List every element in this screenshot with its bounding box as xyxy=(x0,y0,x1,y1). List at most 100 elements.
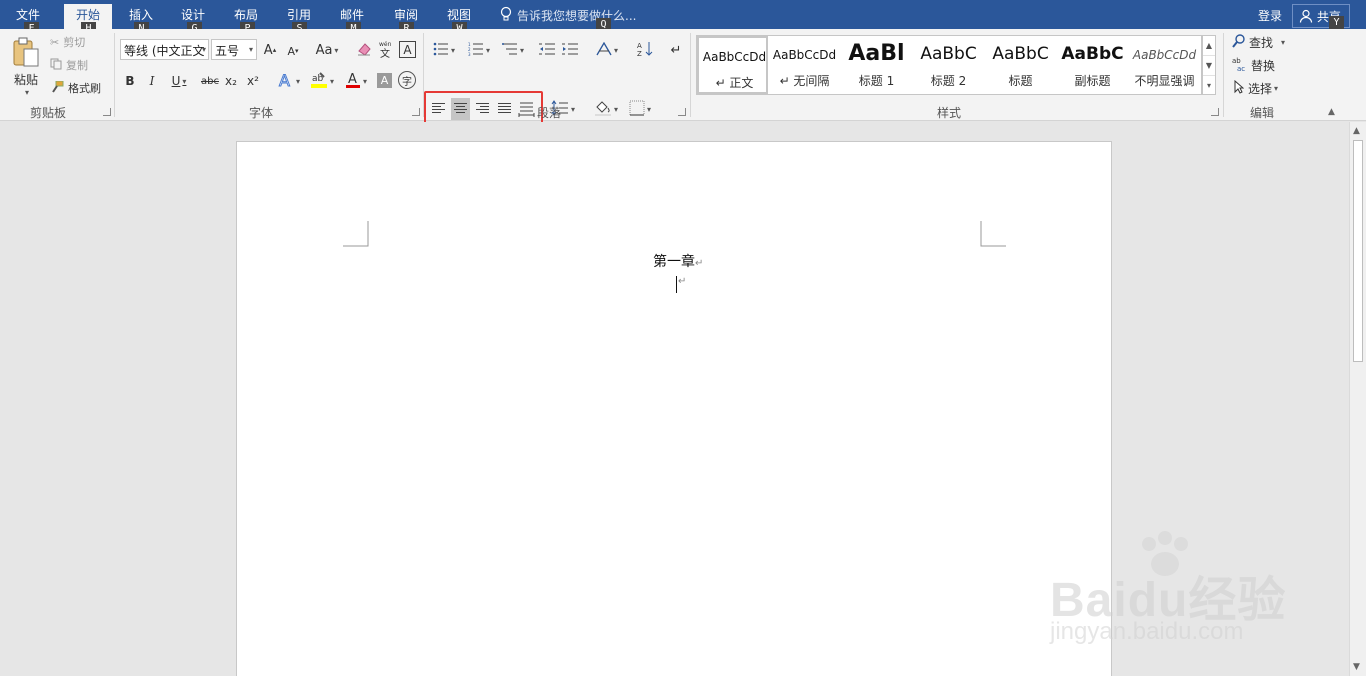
enclose-characters-icon: 字 xyxy=(402,76,412,88)
multilevel-list-button[interactable]: ▾ xyxy=(498,40,528,60)
style-heading-1[interactable]: AaBl 标题 1 xyxy=(841,36,912,94)
keytip-share: Y xyxy=(1329,16,1344,30)
gallery-scroll-down-icon[interactable]: ▼ xyxy=(1203,56,1215,76)
tab-layout[interactable]: 布局 xyxy=(234,7,258,23)
borders-button[interactable]: ▾ xyxy=(625,98,655,120)
shrink-font-button[interactable]: A ▾ xyxy=(285,42,301,60)
chinese-layout-icon xyxy=(596,41,612,59)
replace-label: 替换 xyxy=(1251,58,1276,73)
vertical-scrollbar[interactable]: ▲ ▼ xyxy=(1349,122,1366,676)
clear-formatting-button[interactable] xyxy=(355,40,373,60)
shading-button[interactable]: ▾ xyxy=(590,98,622,120)
login-link[interactable]: 登录 xyxy=(1258,7,1282,24)
tab-references[interactable]: 引用 xyxy=(287,7,311,23)
character-shading-button[interactable]: A xyxy=(377,73,392,88)
tab-view[interactable]: 视图 xyxy=(447,7,471,23)
scrollbar-thumb[interactable] xyxy=(1353,140,1363,362)
replace-button[interactable]: ab ac 替换 xyxy=(1232,56,1275,74)
paste-button[interactable]: 粘贴 ▾ xyxy=(8,35,44,97)
style-subtitle[interactable]: AaBbC 副标题 xyxy=(1057,36,1128,94)
font-family-dropdown-icon[interactable]: ▾ xyxy=(202,45,206,54)
font-group-label: 字体 xyxy=(249,106,274,120)
paragraph-group-label: 段落 xyxy=(537,106,562,120)
borders-icon xyxy=(629,100,645,119)
document-page[interactable]: 第一章↵ ↵ xyxy=(236,141,1112,676)
style-no-spacing[interactable]: AaBbCcDd ↵ 无间隔 xyxy=(769,36,840,94)
text-cursor xyxy=(676,276,677,293)
select-label: 选择 xyxy=(1248,81,1273,96)
bullets-button[interactable]: ▾ xyxy=(429,40,459,60)
underline-button[interactable]: U ▾ xyxy=(166,71,192,91)
style-title[interactable]: AaBbC 标题 xyxy=(985,36,1056,94)
paragraph-mark-icon: ↵ xyxy=(670,42,682,58)
baidu-watermark: Baidu经验 jingyan.baidu.com xyxy=(1040,530,1300,650)
scissors-icon: ✂ xyxy=(50,35,60,49)
find-button[interactable]: 查找 ▾ xyxy=(1232,33,1285,51)
italic-button[interactable]: I xyxy=(144,71,160,91)
increase-indent-icon xyxy=(562,42,578,59)
styles-gallery-scroll: ▲ ▼ ▾ xyxy=(1202,35,1216,95)
sort-button[interactable]: AZ xyxy=(635,40,655,60)
font-launcher-icon[interactable] xyxy=(412,108,420,116)
style-normal[interactable]: AaBbCcDd ↵ 正文 xyxy=(697,36,768,94)
bullets-icon xyxy=(433,42,449,59)
tab-file[interactable]: 文件 xyxy=(16,7,40,23)
numbering-button[interactable]: 1 2 3 ▾ xyxy=(464,40,494,60)
gallery-scroll-up-icon[interactable]: ▲ xyxy=(1203,36,1215,56)
tab-review[interactable]: 审阅 xyxy=(394,7,418,23)
tab-design[interactable]: 设计 xyxy=(181,7,205,23)
clipboard-launcher-icon[interactable] xyxy=(103,108,111,116)
cut-label: 剪切 xyxy=(63,36,86,49)
cursor-arrow-icon xyxy=(1234,79,1245,97)
style-sample: AaBbC xyxy=(992,44,1049,64)
font-size-dropdown-icon[interactable]: ▾ xyxy=(249,45,253,54)
multilevel-list-icon xyxy=(501,42,518,59)
styles-launcher-icon[interactable] xyxy=(1211,108,1219,116)
show-hide-marks-button[interactable]: ↵ xyxy=(667,40,685,60)
scroll-up-icon[interactable]: ▲ xyxy=(1353,126,1360,136)
cut-button[interactable]: ✂ 剪切 xyxy=(50,33,85,51)
person-icon xyxy=(1299,9,1313,26)
style-subtle-emphasis[interactable]: AaBbCcDd 不明显强调 xyxy=(1129,36,1200,94)
format-painter-button[interactable]: 格式刷 xyxy=(50,79,101,97)
paragraph-launcher-icon[interactable] xyxy=(678,108,686,116)
text-highlight-button[interactable]: ab ▾ xyxy=(306,71,338,91)
copy-button[interactable]: 复制 xyxy=(50,56,88,74)
chinese-layout-button[interactable]: ▾ xyxy=(592,40,622,60)
superscript-label: x² xyxy=(247,74,259,88)
strikethrough-button[interactable]: abc xyxy=(199,71,221,91)
text-effects-button[interactable]: A ▾ xyxy=(275,70,303,91)
tell-me-search[interactable]: 告诉我您想要做什么... xyxy=(517,7,636,24)
bold-button[interactable]: B xyxy=(122,71,138,91)
copy-icon xyxy=(50,58,62,73)
document-heading[interactable]: 第一章↵ xyxy=(653,251,703,271)
change-case-label: Aa xyxy=(315,42,333,58)
lightbulb-icon xyxy=(500,6,512,25)
phonetic-guide-button[interactable]: wén 文 xyxy=(377,40,395,60)
grow-font-button[interactable]: A ▴ xyxy=(262,40,278,60)
grow-font-label: A xyxy=(263,42,273,58)
change-case-button[interactable]: Aa ▾ xyxy=(312,40,342,60)
style-heading-2[interactable]: AaBbC 标题 2 xyxy=(913,36,984,94)
enclose-characters-button[interactable]: 字 xyxy=(398,71,416,89)
decrease-indent-button[interactable] xyxy=(538,40,556,60)
character-border-button[interactable]: A xyxy=(399,41,416,58)
paint-bucket-icon xyxy=(594,99,612,120)
font-color-button[interactable]: A ▾ xyxy=(341,71,371,91)
tab-mailings[interactable]: 邮件 xyxy=(340,7,364,23)
increase-indent-button[interactable] xyxy=(561,40,579,60)
subscript-button[interactable]: x₂ xyxy=(222,71,240,91)
font-family-select[interactable]: 等线 (中文正文 xyxy=(120,39,209,60)
gallery-more-icon[interactable]: ▾ xyxy=(1203,76,1215,96)
scroll-down-icon[interactable]: ▼ xyxy=(1353,662,1360,672)
tab-insert[interactable]: 插入 xyxy=(129,7,153,23)
subscript-label: x₂ xyxy=(225,74,237,88)
replace-icon: ab ac xyxy=(1232,56,1248,75)
style-sample: AaBbCcDd xyxy=(1132,48,1197,62)
eraser-icon xyxy=(356,41,372,60)
paragraph-mark: ↵ xyxy=(695,258,704,269)
select-button[interactable]: 选择 ▾ xyxy=(1234,79,1278,97)
style-sample: AaBbC xyxy=(1061,44,1124,64)
superscript-button[interactable]: x² xyxy=(244,71,262,91)
collapse-ribbon-icon[interactable]: ▲ xyxy=(1328,107,1335,117)
